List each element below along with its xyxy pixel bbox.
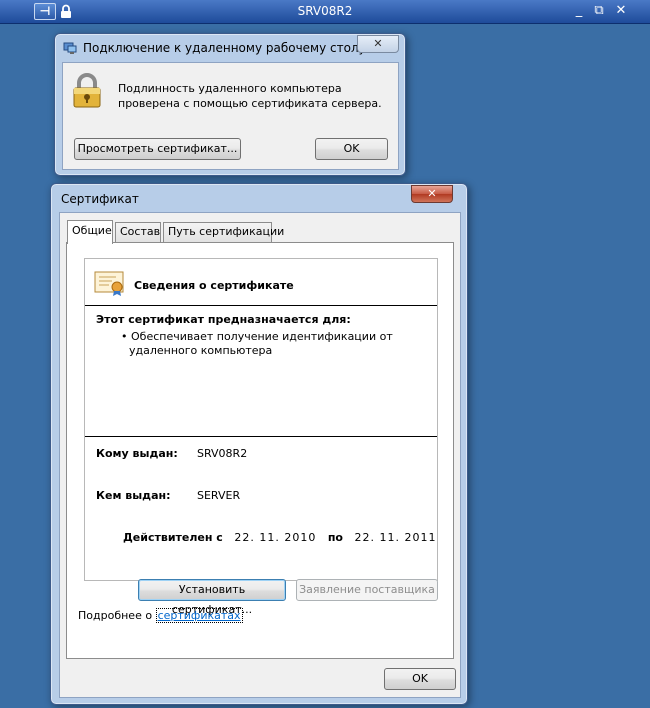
valid-from-label: Действителен с [123, 531, 223, 544]
issued-to-value: SRV08R2 [197, 447, 248, 460]
general-tab-panel: Сведения о сертификате Этот сертификат п… [66, 242, 454, 659]
tab-certification-path[interactable]: Путь сертификации [163, 222, 284, 242]
valid-from-date: 22. 11. 2010 [234, 531, 317, 544]
purpose-heading: Этот сертификат предназначается для: [96, 313, 351, 326]
close-button[interactable]: ✕ [411, 185, 453, 203]
dialog-body: Подлинность удаленного компьютера провер… [62, 62, 399, 170]
valid-to-date: 22. 11. 2011 [354, 531, 437, 544]
divider [85, 436, 437, 437]
remote-session-bar: ⊣ SRV08R2 _ ⧉ ✕ [0, 0, 650, 24]
certificates-link[interactable]: сертификатах [155, 608, 243, 623]
info-heading: Сведения о сертификате [134, 279, 294, 292]
remote-desktop-connection-dialog: Подключение к удаленному рабочему столу … [54, 33, 406, 176]
verification-message: Подлинность удаленного компьютера провер… [118, 82, 382, 110]
close-button[interactable]: ✕ [357, 35, 399, 53]
list-item: Обеспечивает получение идентификации от … [121, 330, 421, 358]
learn-more-text: Подробнее о сертификатах [78, 608, 243, 623]
install-certificate-button[interactable]: Установить сертификат... [138, 579, 286, 616]
learn-more-prefix: Подробнее о [78, 609, 156, 622]
issued-by-value: SERVER [197, 489, 241, 502]
restore-button[interactable]: ⧉ [590, 2, 608, 20]
issued-to-label: Кому выдан: [96, 447, 178, 460]
tab-details[interactable]: Состав [115, 222, 161, 242]
remote-desktop-icon [63, 42, 77, 54]
divider [85, 305, 437, 306]
issuer-statement-button: Заявление поставщика [296, 579, 438, 601]
view-certificate-button[interactable]: Просмотреть сертификат... [74, 138, 241, 160]
validity-row: Действителен с 22. 11. 2010 по 22. 11. 2… [123, 531, 444, 544]
issued-by-label: Кем выдан: [96, 489, 171, 502]
ok-button[interactable]: OK [315, 138, 388, 160]
certificate-icon [94, 271, 124, 296]
certificate-dialog: Сертификат ✕ Общие Состав Путь сертифика… [50, 183, 468, 705]
dialog-body: Общие Состав Путь сертификации Сведения … [59, 212, 461, 698]
dialog-title: Подключение к удаленному рабочему столу [83, 41, 366, 55]
padlock-icon [73, 73, 101, 108]
purpose-list: Обеспечивает получение идентификации от … [121, 330, 421, 358]
minimize-button[interactable]: _ [570, 2, 588, 20]
certificate-info-box: Сведения о сертификате Этот сертификат п… [84, 258, 438, 581]
close-session-button[interactable]: ✕ [612, 2, 630, 20]
dialog-title: Сертификат [61, 192, 139, 206]
valid-to-label: по [327, 531, 343, 544]
tab-general[interactable]: Общие [67, 220, 113, 244]
session-title: SRV08R2 [297, 4, 353, 18]
ok-button[interactable]: OK [384, 668, 456, 690]
